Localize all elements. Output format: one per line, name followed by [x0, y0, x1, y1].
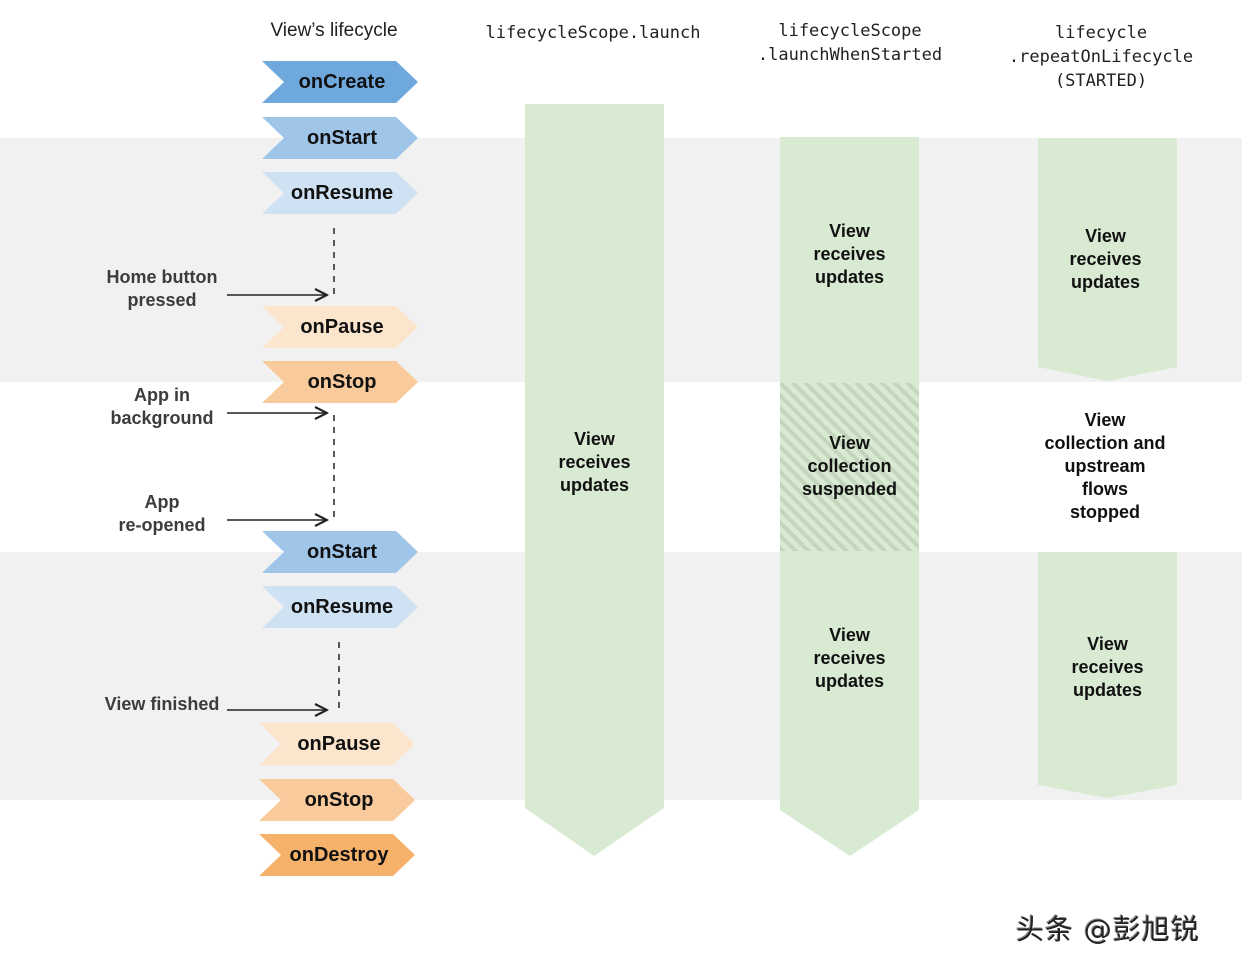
event-app-reopened: App re-opened	[92, 491, 232, 537]
header-when-started-line2: .launchWhenStarted	[757, 45, 943, 65]
ws-s-line1: View	[829, 433, 870, 453]
rp-a2-line3: updates	[1072, 680, 1142, 700]
event-home-pressed-line1: Home button	[106, 267, 218, 287]
event-app-reopened-line1: App	[144, 492, 180, 512]
rp-st-line3: upstream	[1064, 456, 1146, 476]
rp-st-line5: stopped	[1070, 502, 1140, 522]
header-repeat: lifecycle .repeatOnLifecycle (STARTED)	[985, 21, 1217, 93]
step-onstop-label: onStop	[307, 371, 377, 393]
repeat-active-2-text: View receives updates	[1038, 633, 1177, 702]
event-home-pressed: Home button pressed	[92, 266, 232, 312]
rp-a1-line1: View	[1085, 226, 1126, 246]
header-when-started-line1: lifecycleScope	[778, 21, 922, 41]
watermark: 头条 @彭旭锐	[1016, 913, 1200, 946]
step-onstart-label: onStart	[307, 127, 377, 149]
step-onresume-2-label: onResume	[290, 596, 394, 618]
event-app-background: App in background	[92, 384, 232, 430]
event-app-reopened-line2: re-opened	[118, 515, 206, 535]
step-ondestroy-label: onDestroy	[289, 844, 389, 866]
rp-st-line1: View	[1084, 410, 1126, 430]
rp-st-line4: flows	[1081, 479, 1128, 499]
rp-a2-line1: View	[1087, 634, 1128, 654]
event-view-finished: View finished	[104, 694, 220, 714]
rp-a2-line2: receives	[1071, 657, 1144, 677]
ws-a1-line1: View	[829, 221, 870, 241]
header-launch: lifecycleScope.launch	[485, 23, 701, 43]
launch-status-line2: receives	[558, 452, 631, 472]
repeat-active-1-text: View receives updates	[1036, 225, 1175, 294]
header-repeat-line1: lifecycle	[1054, 23, 1148, 43]
header-repeat-line3: (STARTED)	[1054, 71, 1148, 91]
rp-a1-line2: receives	[1069, 249, 1142, 269]
header-when-started: lifecycleScope .launchWhenStarted	[730, 19, 970, 67]
ws-a1-line2: receives	[813, 244, 886, 264]
step-onstart-2-label: onStart	[307, 541, 377, 563]
repeat-stopped-text: View collection and upstream flows stopp…	[1025, 409, 1185, 524]
event-app-background-line2: background	[110, 408, 214, 428]
launch-status-line3: updates	[559, 475, 629, 495]
header-repeat-line2: .repeatOnLifecycle	[1008, 47, 1194, 67]
ws-s-line3: suspended	[801, 479, 898, 499]
rp-a1-line3: updates	[1070, 272, 1140, 292]
ws-a2-line2: receives	[813, 648, 886, 668]
launch-status-line1: View	[574, 429, 615, 449]
ws-a1-line3: updates	[814, 267, 884, 287]
launch-status-text: View receives updates	[525, 428, 664, 497]
step-onstop-2-label: onStop	[304, 789, 374, 811]
ws-a2-line3: updates	[814, 671, 884, 691]
step-onpause-label: onPause	[300, 316, 384, 338]
step-oncreate-label: onCreate	[298, 71, 386, 93]
event-home-pressed-line2: pressed	[127, 290, 197, 310]
when-started-active-2-text: View receives updates	[780, 624, 919, 693]
header-views-lifecycle: View’s lifecycle	[270, 20, 398, 41]
ws-a2-line1: View	[829, 625, 870, 645]
when-started-suspended-text: View collection suspended	[780, 432, 919, 501]
when-started-active-1-text: View receives updates	[780, 220, 919, 289]
ws-s-line2: collection	[807, 456, 892, 476]
step-onresume-label: onResume	[290, 182, 394, 204]
rp-st-line2: collection and	[1044, 433, 1166, 453]
step-onpause-2-label: onPause	[297, 733, 381, 755]
event-app-background-line1: App in	[134, 385, 190, 405]
